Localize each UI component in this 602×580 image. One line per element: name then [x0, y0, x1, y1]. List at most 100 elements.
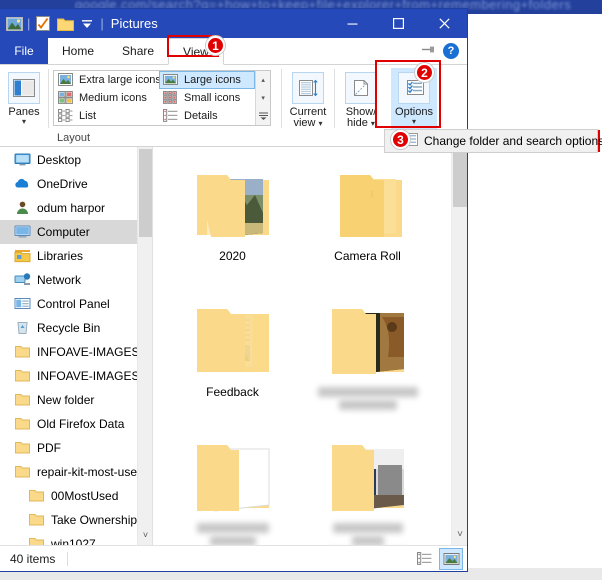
layout-list[interactable]: List — [54, 107, 159, 125]
layout-details-label: Details — [184, 110, 218, 122]
new-folder-icon[interactable] — [55, 14, 75, 34]
status-bar: 40 items — [0, 545, 467, 571]
nav-item-libraries[interactable]: Libraries — [0, 244, 152, 268]
show-hide-label: Show/hide ▾ — [345, 106, 377, 129]
help-icon[interactable]: ? — [443, 43, 459, 59]
file-list-view[interactable]: 2020 Camera Roll Feedback ˅ — [153, 147, 467, 545]
file-tile[interactable]: Camera Roll — [300, 155, 435, 291]
layout-gallery-column-2: Large icons Small icons Details — [159, 71, 256, 125]
content-scroll-down-arrow[interactable]: ˅ — [452, 526, 467, 543]
show-hide-button[interactable]: Show/hide ▾ — [339, 68, 383, 131]
nav-item-label: Old Firefox Data — [37, 417, 125, 431]
ribbon-group-panes: Panes ▾ — [0, 65, 48, 146]
panes-group-label — [0, 131, 48, 146]
panes-button[interactable]: Panes ▾ — [4, 68, 44, 131]
pin-ribbon-icon[interactable] — [420, 43, 435, 59]
tab-home[interactable]: Home — [48, 38, 108, 64]
current-view-caret-icon: ▾ — [318, 119, 323, 128]
current-view-group-label — [282, 131, 334, 146]
details-icon — [163, 109, 179, 123]
content-scrollbar[interactable]: ˅ — [451, 147, 467, 545]
navigation-scrollbar-thumb[interactable] — [139, 149, 152, 237]
nav-item-folder-1[interactable]: INFOAVE-IMAGES — [0, 340, 152, 364]
details-view-button[interactable] — [412, 548, 436, 570]
navigation-scrollbar[interactable]: ˅ — [137, 147, 152, 545]
current-view-button[interactable]: Current view ▾ — [286, 68, 330, 131]
nav-item-folder-6[interactable]: repair-kit-most-used — [0, 460, 152, 484]
file-tile-caption: Feedback — [206, 385, 259, 399]
layout-details[interactable]: Details — [159, 107, 255, 125]
tab-file[interactable]: File — [0, 38, 48, 64]
item-count-label: 40 items — [10, 551, 56, 566]
nav-item-folder-4[interactable]: Old Firefox Data — [0, 412, 152, 436]
layout-medium-icons[interactable]: Medium icons — [54, 89, 159, 107]
small-icons-icon — [163, 91, 179, 105]
navigation-pane: Desktop OneDrive odum harpor Computer Li… — [0, 147, 152, 545]
tab-share[interactable]: Share — [108, 38, 168, 64]
file-tile[interactable] — [300, 291, 435, 427]
file-tile[interactable] — [300, 427, 435, 545]
qat-separator-2: | — [100, 16, 104, 31]
layout-small-icons[interactable]: Small icons — [159, 89, 255, 107]
content-scrollbar-thumb[interactable] — [453, 149, 467, 207]
gallery-more-button[interactable] — [256, 107, 270, 125]
options-dropdown-menu[interactable]: Change folder and search options — [384, 129, 602, 153]
navigation-list: Desktop OneDrive odum harpor Computer Li… — [0, 147, 152, 545]
nav-item-computer[interactable]: Computer — [0, 220, 152, 244]
nav-item-folder-5[interactable]: PDF — [0, 436, 152, 460]
layout-gallery-column-1: Extra large icons Medium icons List — [54, 71, 161, 125]
nav-item-label: New folder — [37, 393, 95, 407]
title-bar: | | Pictures — [0, 9, 467, 38]
current-view-label: Current view ▾ — [289, 106, 327, 129]
file-explorer-window: | | Pictures File Home Share View ? Pane… — [0, 8, 468, 572]
nav-item-folder-9[interactable]: win1027 — [0, 532, 152, 545]
file-tile[interactable] — [165, 427, 300, 545]
layout-large-icons[interactable]: Large icons — [159, 71, 256, 89]
file-tile-caption: Camera Roll — [334, 249, 401, 263]
file-tile[interactable]: 2020 — [165, 155, 300, 291]
show-hide-group-label — [335, 131, 387, 146]
properties-icon[interactable] — [33, 14, 53, 34]
extra-large-icons-icon — [58, 73, 74, 87]
nav-item-folder-2[interactable]: INFOAVE-IMAGES — [0, 364, 152, 388]
nav-item-label: odum harpor — [37, 201, 106, 215]
nav-item-control-panel[interactable]: Control Panel — [0, 292, 152, 316]
nav-item-onedrive[interactable]: OneDrive — [0, 172, 152, 196]
show-hide-icon — [345, 72, 377, 104]
picture-tools-icon[interactable] — [4, 14, 24, 34]
nav-item-folder-3[interactable]: New folder — [0, 388, 152, 412]
nav-item-label: Libraries — [37, 249, 84, 263]
folder-icon — [14, 392, 31, 408]
folder-icon — [28, 512, 45, 528]
layout-gallery[interactable]: Extra large icons Medium icons List Larg… — [53, 70, 271, 126]
layout-gallery-scrollbar[interactable]: ▴ ▾ — [255, 71, 270, 125]
medium-icons-icon — [58, 91, 74, 105]
navigation-scroll-down-arrow[interactable]: ˅ — [138, 527, 152, 543]
layout-extra-large-icons[interactable]: Extra large icons — [54, 71, 161, 89]
nav-item-recycle-bin[interactable]: Recycle Bin — [0, 316, 152, 340]
close-button[interactable] — [421, 9, 467, 38]
nav-item-folder-8[interactable]: Take Ownership — [0, 508, 152, 532]
customize-qat-icon[interactable] — [77, 14, 97, 34]
large-icons-view-button[interactable] — [439, 547, 463, 570]
nav-item-user[interactable]: odum harpor — [0, 196, 152, 220]
layout-medium-icons-label: Medium icons — [79, 92, 147, 104]
file-tile-caption: 2020 — [219, 249, 246, 263]
change-folder-and-search-options-item[interactable]: Change folder and search options — [424, 134, 602, 148]
nav-item-label: OneDrive — [37, 177, 88, 191]
file-tile[interactable]: Feedback — [165, 291, 300, 427]
nav-item-desktop[interactable]: Desktop — [0, 148, 152, 172]
nav-item-folder-7[interactable]: 00MostUsed — [0, 484, 152, 508]
ribbon-group-layout: Extra large icons Medium icons List Larg… — [49, 65, 281, 146]
qat-separator-1: | — [27, 16, 31, 31]
gallery-scroll-down-button[interactable]: ▾ — [256, 89, 270, 107]
folder-thumbnail — [185, 433, 281, 513]
nav-item-network[interactable]: Network — [0, 268, 152, 292]
browser-page-body — [465, 14, 602, 580]
gallery-scroll-up-button[interactable]: ▴ — [256, 71, 270, 89]
window-title: Pictures — [110, 16, 158, 31]
window-controls — [329, 9, 467, 38]
minimize-button[interactable] — [329, 9, 375, 38]
folder-icon — [28, 536, 45, 545]
maximize-button[interactable] — [375, 9, 421, 38]
